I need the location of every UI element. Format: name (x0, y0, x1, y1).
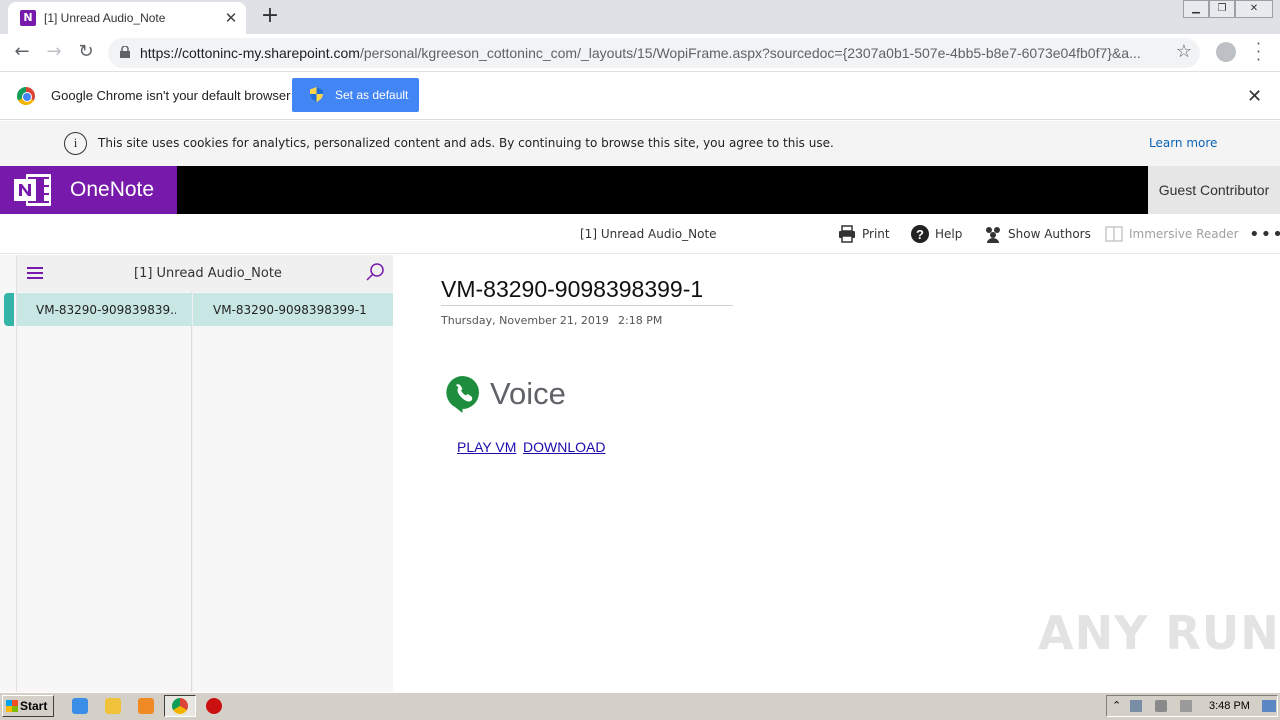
security-alert-icon[interactable] (206, 698, 222, 714)
internet-explorer-icon[interactable] (72, 698, 88, 714)
help-icon: ? (911, 225, 929, 243)
anyrun-watermark: ANY RUN (1038, 606, 1280, 660)
action-center-flag-icon[interactable] (1180, 700, 1192, 712)
lock-icon (120, 46, 130, 58)
forward-icon[interactable]: → (42, 40, 66, 64)
page-time: 2:18 PM (618, 314, 663, 327)
more-options-icon[interactable]: ••• (1249, 224, 1280, 245)
file-explorer-icon[interactable] (105, 698, 121, 714)
onenote-header (0, 166, 1280, 214)
authors-icon (986, 227, 1000, 243)
tab-title: [1] Unread Audio_Note (44, 11, 166, 25)
cookie-message: This site uses cookies for analytics, pe… (98, 136, 834, 150)
browser-tab[interactable]: N [1] Unread Audio_Note ✕ (8, 2, 246, 34)
play-vm-link[interactable]: PLAY VM (457, 439, 516, 455)
show-desktop-icon[interactable] (1262, 700, 1276, 712)
profile-avatar-icon[interactable] (1216, 42, 1236, 62)
url-path: /personal/kgreeson_cottoninc_com/_layout… (359, 45, 1140, 61)
download-link[interactable]: DOWNLOAD (523, 439, 605, 455)
new-tab-icon[interactable]: + (258, 5, 282, 29)
set-as-default-button[interactable]: Set as default (292, 78, 419, 112)
start-button[interactable]: Start (2, 695, 54, 717)
window-close-icon[interactable]: ✕ (1235, 0, 1273, 18)
reload-icon[interactable]: ↻ (74, 40, 98, 64)
svg-text:?: ? (916, 227, 924, 242)
page-title[interactable]: VM-83290-9098398399-1 (441, 276, 733, 306)
url-text: https://cottoninc-my.sharepoint.com/pers… (140, 45, 1140, 61)
chrome-taskbar-icon (172, 698, 188, 714)
onenote-favicon-icon: N (20, 10, 36, 26)
media-player-icon[interactable] (138, 698, 154, 714)
notebook-title: [1] Unread Audio_Note (134, 266, 282, 281)
minimize-icon[interactable]: ▁ (1183, 0, 1209, 18)
network-icon[interactable] (1130, 700, 1142, 712)
app-name: OneNote (70, 178, 155, 201)
start-label: Start (20, 699, 48, 713)
hamburger-menu-icon[interactable] (27, 267, 43, 279)
bookmark-star-icon[interactable]: ☆ (1176, 41, 1192, 62)
restore-icon[interactable]: ❐ (1209, 0, 1235, 18)
page-list (193, 292, 393, 692)
onenote-logo-icon (14, 174, 51, 206)
tab-close-icon[interactable]: ✕ (222, 9, 240, 27)
immersive-reader-icon (1105, 226, 1123, 242)
url-host: https://cottoninc-my.sharepoint.com (140, 45, 360, 61)
address-bar[interactable]: https://cottoninc-my.sharepoint.com/pers… (108, 38, 1200, 68)
google-voice-logo-icon (446, 376, 479, 413)
show-authors-label: Show Authors (1008, 227, 1091, 241)
volume-icon[interactable] (1155, 700, 1167, 712)
user-account[interactable]: Guest Contributor (1148, 166, 1280, 214)
back-icon[interactable]: ← (10, 40, 34, 64)
immersive-reader-label: Immersive Reader (1129, 227, 1239, 241)
printer-icon (839, 225, 855, 243)
section-item-label: VM-83290-909839839... (36, 303, 176, 317)
document-title: [1] Unread Audio_Note (580, 227, 717, 241)
page-item-label: VM-83290-9098398399-1 (213, 303, 367, 317)
search-icon[interactable] (365, 262, 385, 282)
print-label: Print (862, 227, 890, 241)
default-browser-message: Google Chrome isn't your default browser (51, 88, 291, 103)
chrome-logo-icon (17, 87, 35, 105)
help-label: Help (935, 227, 963, 241)
shield-icon (310, 87, 323, 102)
set-as-default-label: Set as default (335, 88, 409, 102)
windows-logo-icon (6, 700, 18, 712)
info-icon: i (64, 132, 87, 155)
learn-more-link[interactable]: Learn more (1149, 136, 1217, 150)
voice-wordmark: Voice (490, 376, 566, 411)
clock[interactable]: 3:48 PM (1209, 700, 1250, 712)
section-color-marker (4, 293, 14, 326)
page-date: Thursday, November 21, 2019 (441, 314, 609, 327)
tray-expand-icon[interactable]: ⌃ (1112, 700, 1124, 712)
infobar-close-icon[interactable]: ✕ (1247, 86, 1262, 107)
chrome-menu-icon[interactable]: · · · (1256, 36, 1261, 68)
section-list (17, 292, 192, 692)
